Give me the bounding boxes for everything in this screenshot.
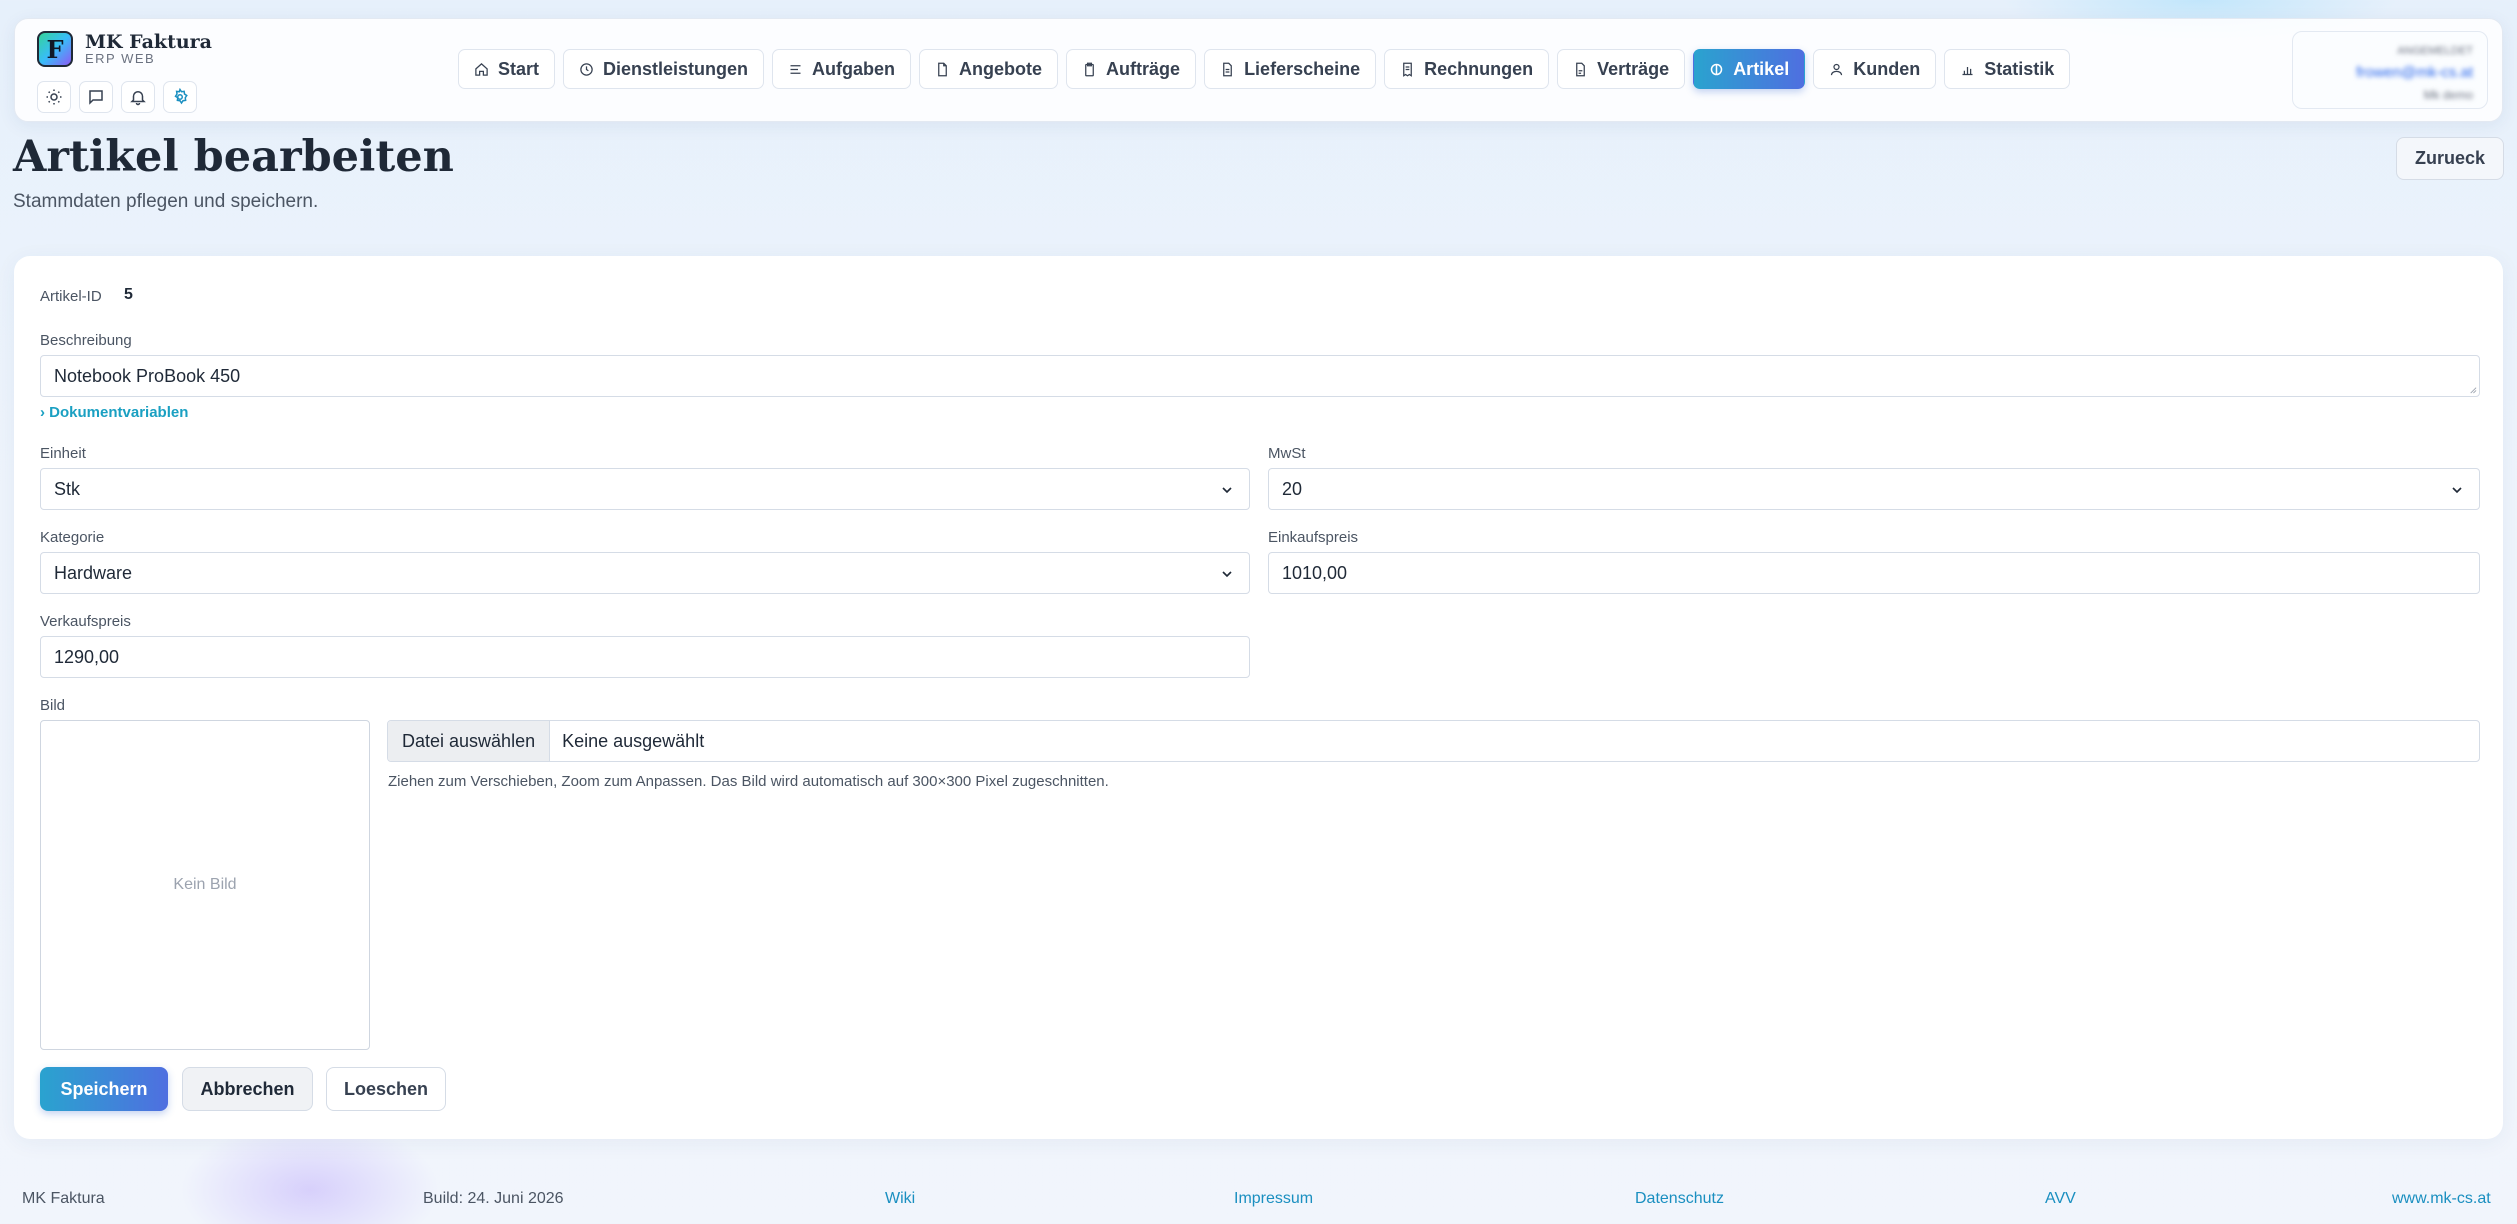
footer-website-link[interactable]: www.mk-cs.at: [2392, 1190, 2491, 1208]
app-subtitle: ERP WEB: [85, 51, 156, 66]
category-select[interactable]: Hardware: [40, 552, 1250, 594]
document-variables-label: Dokumentvariablen: [49, 404, 189, 421]
nav-aufgaben-label: Aufgaben: [812, 58, 896, 79]
category-value: Hardware: [54, 562, 133, 583]
chat-icon[interactable]: [79, 81, 113, 113]
page-title: Artikel bearbeiten: [13, 132, 454, 182]
page-subtitle: Stammdaten pflegen und speichern.: [13, 191, 319, 212]
article-form-card: Artikel-ID 5 Beschreibung Notebook ProBo…: [14, 256, 2503, 1139]
purchase-price-value: 1010,00: [1282, 562, 1348, 583]
unit-value: Stk: [54, 478, 81, 499]
nav-kunden-label: Kunden: [1853, 58, 1921, 79]
nav-auftraege-label: Aufträge: [1106, 58, 1181, 79]
nav-lieferscheine[interactable]: Lieferscheine: [1204, 49, 1377, 89]
home-icon: [475, 62, 488, 76]
user-icon: [1831, 63, 1843, 75]
nav-dienstleistungen-label: Dienstleistungen: [603, 58, 749, 79]
nav-kunden[interactable]: Kunden: [1813, 49, 1937, 89]
image-hint: Ziehen zum Verschieben, Zoom zum Anpasse…: [388, 773, 1109, 790]
nav-vertraege-label: Verträge: [1597, 58, 1670, 79]
footer-wiki-link[interactable]: Wiki: [885, 1190, 915, 1208]
resize-handle-icon[interactable]: [2468, 385, 2477, 394]
footer-avv-link[interactable]: AVV: [2045, 1190, 2076, 1208]
purchase-price-input[interactable]: 1010,00: [1268, 552, 2480, 594]
footer-build: Build: 24. Juni 2026: [423, 1190, 564, 1207]
app-header: F MK Faktura ERP WEB Start Dienstleistun…: [14, 18, 2503, 122]
document-icon: [1576, 62, 1586, 76]
nav-vertraege[interactable]: Verträge: [1557, 49, 1686, 89]
document-icon: [1223, 62, 1232, 76]
nav-dienstleistungen[interactable]: Dienstleistungen: [563, 49, 765, 89]
footer-brand: MK Faktura: [22, 1190, 105, 1207]
delete-button[interactable]: Loeschen: [326, 1067, 446, 1111]
chevron-right-icon: ›: [40, 404, 45, 421]
app-name: MK Faktura: [85, 31, 212, 53]
receipt-icon: [1403, 62, 1412, 77]
nav-angebote-label: Angebote: [959, 58, 1043, 79]
vat-select[interactable]: 20: [1268, 468, 2480, 510]
clock-icon: [580, 62, 593, 76]
main-nav: Start Dienstleistungen Aufgaben Angebote…: [458, 49, 2071, 89]
file-input[interactable]: Datei auswählen Keine ausgewählt: [387, 720, 2480, 762]
unit-select[interactable]: Stk: [40, 468, 1250, 510]
user-tenant: Mk demo: [2423, 88, 2473, 102]
nav-start-label: Start: [498, 58, 540, 79]
footer-datenschutz-link[interactable]: Datenschutz: [1635, 1190, 1724, 1208]
page-footer: MK Faktura Build: 24. Juni 2026 Wiki Imp…: [0, 1190, 2517, 1214]
sun-icon[interactable]: [37, 81, 71, 113]
nav-statistik[interactable]: Statistik: [1944, 49, 2071, 89]
gear-icon[interactable]: [163, 81, 197, 113]
nav-auftraege[interactable]: Aufträge: [1066, 49, 1197, 89]
document-variables-toggle[interactable]: › Dokumentvariablen: [40, 404, 188, 421]
back-button[interactable]: Zurueck: [2396, 137, 2504, 180]
nav-rechnungen-label: Rechnungen: [1424, 58, 1534, 79]
tag-icon: [1710, 63, 1723, 75]
choose-file-button[interactable]: Datei auswählen: [388, 721, 551, 761]
nav-artikel[interactable]: Artikel: [1693, 49, 1806, 89]
image-preview[interactable]: Kein Bild: [40, 720, 370, 1050]
nav-start[interactable]: Start: [458, 49, 556, 89]
app-logo: F: [37, 31, 73, 67]
cancel-button[interactable]: Abbrechen: [182, 1067, 313, 1111]
footer-impressum-link[interactable]: Impressum: [1234, 1190, 1313, 1208]
sale-price-value: 1290,00: [54, 646, 120, 667]
no-image-text: Kein Bild: [173, 876, 237, 893]
purchase-price-label: Einkaufspreis: [1268, 529, 1359, 546]
chevron-down-icon: [1222, 487, 1232, 494]
bell-icon[interactable]: [121, 81, 155, 113]
article-id-label: Artikel-ID: [40, 288, 102, 305]
description-value: Notebook ProBook 450: [54, 365, 241, 386]
unit-label: Einheit: [40, 445, 86, 462]
clipboard-icon: [1085, 62, 1094, 76]
user-role: ANGEMELDET: [2397, 45, 2473, 57]
user-email: frowen@mk-cs.at: [2356, 64, 2473, 81]
user-menu[interactable]: ANGEMELDET frowen@mk-cs.at Mk demo: [2292, 31, 2488, 109]
chevron-down-icon: [2452, 487, 2462, 494]
description-label: Beschreibung: [40, 332, 132, 349]
brand[interactable]: F MK Faktura ERP WEB: [37, 31, 212, 67]
vat-label: MwSt: [1268, 445, 1306, 462]
file-status: Keine ausgewählt: [562, 730, 705, 751]
save-button[interactable]: Speichern: [40, 1067, 168, 1111]
sale-price-label: Verkaufspreis: [40, 613, 131, 630]
header-icon-bar: [37, 81, 197, 113]
nav-artikel-label: Artikel: [1733, 58, 1790, 79]
chart-icon: [1962, 66, 1973, 75]
nav-lieferscheine-label: Lieferscheine: [1244, 58, 1361, 79]
description-field[interactable]: Notebook ProBook 450: [40, 355, 2480, 397]
nav-aufgaben[interactable]: Aufgaben: [772, 49, 912, 89]
vat-value: 20: [1282, 478, 1303, 499]
document-icon: [938, 62, 947, 76]
article-id-value: 5: [124, 286, 133, 303]
category-label: Kategorie: [40, 529, 105, 546]
nav-angebote[interactable]: Angebote: [919, 49, 1059, 89]
nav-rechnungen[interactable]: Rechnungen: [1384, 49, 1550, 89]
list-icon: [790, 64, 801, 74]
chevron-down-icon: [1222, 571, 1232, 578]
sale-price-input[interactable]: 1290,00: [40, 636, 1250, 678]
nav-statistik-label: Statistik: [1984, 58, 2055, 79]
image-label: Bild: [40, 697, 66, 714]
